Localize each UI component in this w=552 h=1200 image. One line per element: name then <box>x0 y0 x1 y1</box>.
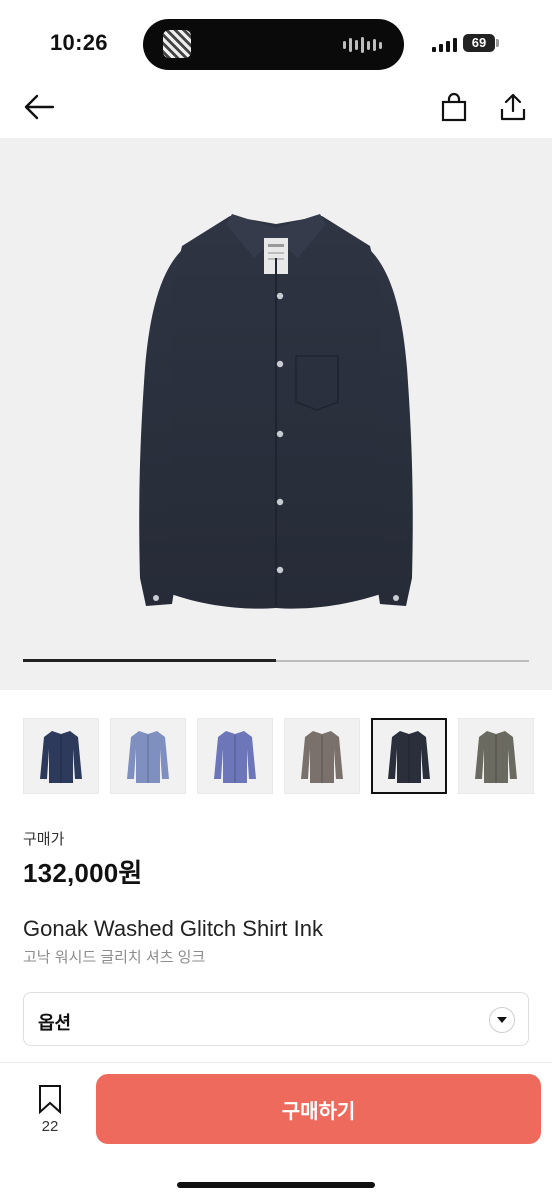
color-thumbnail-grey-brown[interactable] <box>284 718 360 794</box>
color-thumbnail-olive-grey[interactable] <box>458 718 534 794</box>
color-thumbnail-navy[interactable] <box>23 718 99 794</box>
color-thumbnail-blue-stripe[interactable] <box>197 718 273 794</box>
product-name-ko: 고낙 워시드 글리치 셔츠 잉크 <box>23 949 206 966</box>
color-thumbnail-light-blue[interactable] <box>110 718 186 794</box>
battery-icon: 69 <box>463 34 495 52</box>
color-thumbnail-list <box>23 718 534 794</box>
wishlist-button[interactable]: 22 <box>36 1084 64 1135</box>
shirt-thumbnail-icon <box>388 731 430 783</box>
shirt-thumbnail-icon <box>40 731 82 783</box>
cart-button[interactable] <box>437 90 471 124</box>
shirt-thumbnail-icon <box>214 731 256 783</box>
chevron-down-icon <box>489 1007 515 1033</box>
option-label: 옵션 <box>38 1013 72 1033</box>
back-button[interactable] <box>22 90 56 124</box>
now-playing-artwork <box>163 30 191 58</box>
dynamic-island <box>143 19 404 70</box>
home-indicator <box>177 1182 375 1188</box>
option-select[interactable]: 옵션 <box>23 992 529 1046</box>
shirt-thumbnail-icon <box>301 731 343 783</box>
share-button[interactable] <box>496 90 530 124</box>
shirt-thumbnail-icon <box>127 731 169 783</box>
price-label: 구매가 <box>23 831 65 848</box>
price-value: 132,000원 <box>23 858 143 888</box>
color-thumbnail-ink[interactable] <box>371 718 447 794</box>
battery-tip <box>496 39 499 47</box>
bookmark-icon <box>39 1085 61 1114</box>
wishlist-count: 22 <box>41 1118 59 1135</box>
audio-wave-icon <box>343 36 382 54</box>
buy-button[interactable]: 구매하기 <box>96 1074 541 1144</box>
cellular-signal-icon <box>432 36 457 52</box>
share-icon <box>500 93 526 121</box>
footer-divider <box>0 1062 552 1063</box>
status-time: 10:26 <box>50 30 108 55</box>
shirt-illustration <box>139 214 413 609</box>
product-image[interactable] <box>0 138 552 690</box>
arrow-left-icon <box>24 94 55 120</box>
image-carousel-progress <box>23 659 276 662</box>
shirt-thumbnail-icon <box>475 731 517 783</box>
product-name-en: Gonak Washed Glitch Shirt Ink <box>23 916 323 941</box>
shopping-bag-icon <box>441 92 467 122</box>
